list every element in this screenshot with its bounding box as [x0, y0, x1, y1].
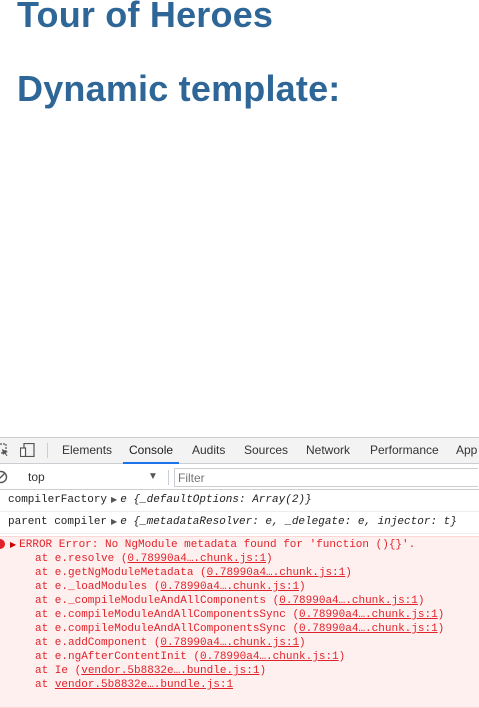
tab-application[interactable]: App [456, 438, 477, 463]
stack-frame-function: at e.addComponent ( [35, 637, 161, 649]
stack-frame: at vendor.5b8832e….bundle.js:1 [35, 678, 233, 692]
stack-frame: at Ie (vendor.5b8832e….bundle.js:1) [35, 664, 266, 678]
devtools-tabbar: Elements Console Audits Sources Network … [0, 438, 479, 464]
message-object[interactable]: e {_metadataResolver: e, _delegate: e, i… [120, 516, 457, 528]
expand-arrow-icon[interactable]: ▶ [111, 496, 117, 505]
filter-input[interactable] [174, 468, 478, 487]
stack-frame-function: at e.compileModuleAndAllComponentsSync ( [35, 623, 300, 635]
stack-frame-link[interactable]: 0.78990a4….chunk.js:1 [299, 623, 438, 635]
stack-frame-end: ) [259, 665, 267, 677]
stack-frame-end: ) [266, 553, 273, 565]
expand-arrow-icon[interactable]: ▶ [10, 541, 16, 550]
error-icon [0, 539, 5, 549]
tab-elements[interactable]: Elements [62, 438, 112, 463]
stack-frame-end: ) [299, 637, 306, 649]
stack-frame-link[interactable]: 0.78990a4….chunk.js:1 [160, 581, 299, 593]
stack-frame: at e.getNgModuleMetadata (0.78990a4….chu… [35, 566, 352, 580]
device-toggle-icon[interactable] [19, 442, 36, 462]
stack-frame: at e.resolve (0.78990a4….chunk.js:1) [35, 552, 273, 566]
stack-frame-end: ) [437, 623, 445, 635]
stack-frame: at e.addComponent (0.78990a4….chunk.js:1… [35, 636, 306, 650]
console-message: parent compiler ▶ e {_metadataResolver: e,… [0, 512, 479, 534]
expand-arrow-icon[interactable]: ▶ [111, 518, 117, 527]
tab-audits[interactable]: Audits [192, 438, 225, 463]
stack-frame-function: at e._compileModuleAndAllComponents ( [35, 595, 280, 607]
stack-frame-link[interactable]: 0.78990a4….chunk.js:1 [200, 651, 339, 663]
clear-console-icon[interactable] [0, 470, 8, 489]
stack-frame-function: at Ie ( [35, 665, 82, 677]
tab-network[interactable]: Network [306, 438, 350, 463]
stack-frame-function: at e.ngAfterContentInit ( [35, 651, 201, 663]
tab-performance[interactable]: Performance [370, 438, 439, 463]
message-object[interactable]: e {_defaultOptions: Array(2)} [120, 494, 311, 506]
stack-frame: at e.compileModuleAndAllComponentsSync (… [35, 608, 444, 622]
stack-frame-function: at e.resolve ( [35, 553, 128, 565]
stack-frame-link[interactable]: 0.78990a4….chunk.js:1 [207, 567, 346, 579]
tab-sources[interactable]: Sources [244, 438, 288, 463]
stack-frame: at e.compileModuleAndAllComponentsSync (… [35, 622, 444, 636]
stack-frame: at e._loadModules (0.78990a4….chunk.js:1… [35, 580, 306, 594]
stack-frame-link[interactable]: 0.78990a4….chunk.js:1 [279, 595, 418, 607]
stack-frame-link[interactable]: vendor.5b8832e….bundle.js:1 [55, 679, 233, 691]
stack-frame-end: ) [437, 609, 445, 621]
stack-frame-function: at e._loadModules ( [35, 581, 161, 593]
context-selector[interactable]: top [28, 465, 45, 489]
stack-frame-link[interactable]: 0.78990a4….chunk.js:1 [299, 609, 438, 621]
stack-frame-end: ) [345, 567, 352, 579]
stack-frame-link[interactable]: 0.78990a4….chunk.js:1 [160, 637, 299, 649]
stack-frame: at e.ngAfterContentInit (0.78990a4….chun… [35, 650, 345, 664]
message-label: parent compiler [8, 516, 108, 528]
error-text: ERROR Error: No NgModule metadata found … [19, 539, 416, 551]
tab-console[interactable]: Console [123, 438, 180, 464]
stack-frame-end: ) [338, 651, 346, 663]
inspect-icon[interactable] [0, 443, 10, 462]
toolbar-divider [168, 470, 169, 485]
stack-frame-function: at e.getNgModuleMetadata ( [35, 567, 207, 579]
stack-frame-function: at [35, 679, 55, 691]
stack-frame-end: ) [417, 595, 425, 607]
stack-frame-link[interactable]: 0.78990a4….chunk.js:1 [127, 553, 266, 565]
message-label: compilerFactory [8, 494, 108, 506]
stack-frame-link[interactable]: vendor.5b8832e….bundle.js:1 [81, 665, 259, 677]
stack-frame-function: at e.compileModuleAndAllComponentsSync ( [35, 609, 300, 621]
dropdown-caret-icon[interactable]: ▼ [148, 465, 158, 489]
console-toolbar: top ▼ [0, 465, 479, 490]
stack-frame-end: ) [299, 581, 306, 593]
stack-frame: at e._compileModuleAndAllComponents (0.7… [35, 594, 424, 608]
page-title: Tour of Heroes [17, 0, 274, 35]
tabbar-divider [47, 443, 48, 458]
console-message: compilerFactory ▶ e {_defaultOptions: Arra… [0, 490, 479, 512]
app-page: Tour of Heroes Dynamic template: [0, 0, 479, 437]
devtools-panel: Elements Console Audits Sources Network … [0, 437, 479, 708]
error-message: ▶ ERROR Error: No NgModule metadata found… [0, 536, 479, 708]
page-subtitle: Dynamic template: [17, 68, 341, 109]
